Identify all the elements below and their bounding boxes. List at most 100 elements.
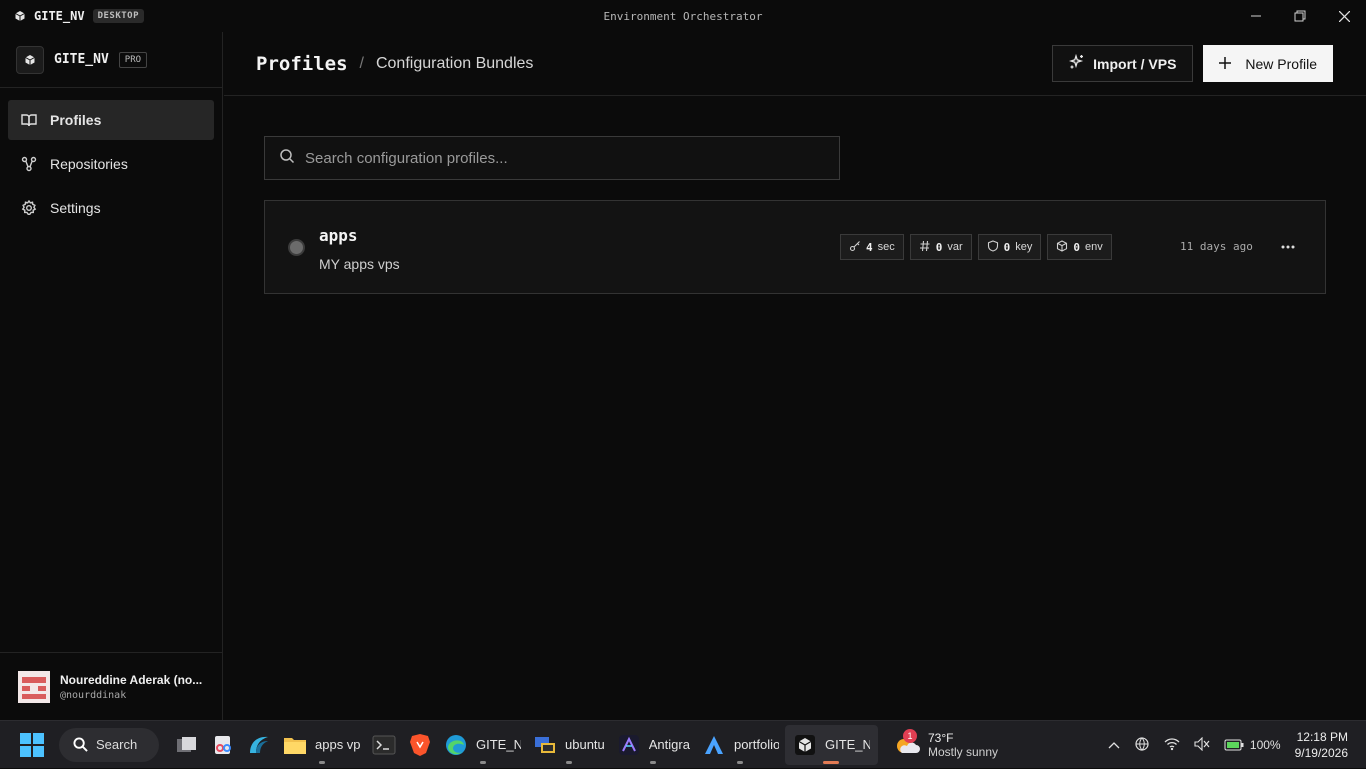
tag-count: 0 xyxy=(935,240,943,254)
page-header: Profiles / Configuration Bundles Import … xyxy=(224,32,1366,96)
restore-button[interactable] xyxy=(1278,0,1322,32)
import-vps-button[interactable]: Import / VPS xyxy=(1052,45,1194,82)
taskbar-app-label: portfolio xyxy=(733,737,779,752)
tag-unit: key xyxy=(1015,241,1033,253)
volume-muted-icon[interactable] xyxy=(1194,736,1210,754)
taskbar-app[interactable]: Antigra xyxy=(611,725,696,765)
weather-temp: 73°F xyxy=(927,730,954,745)
taskbar-app[interactable] xyxy=(402,725,438,765)
plan-badge: PRO xyxy=(118,51,148,68)
key-icon xyxy=(849,240,861,255)
running-indicator xyxy=(823,760,840,764)
sidebar-item-label: Repositories xyxy=(50,156,128,172)
tag-count: 0 xyxy=(1073,240,1081,254)
remote-icon xyxy=(533,733,557,757)
taskbar-app[interactable]: portfolio xyxy=(696,725,785,765)
weather-sun-icon: 1 xyxy=(892,728,920,759)
taskbar-app-label: GITE_NV xyxy=(824,737,870,752)
tag-count: 4 xyxy=(866,240,873,254)
profile-card[interactable]: apps MY apps vps 4 sec 0 var 0 key 0 env… xyxy=(264,200,1326,294)
more-options-button[interactable] xyxy=(1275,234,1301,260)
battery-status[interactable]: 100% xyxy=(1224,738,1281,752)
app-name: GITE_NV xyxy=(34,9,85,23)
tag-env: 0 env xyxy=(1047,234,1112,260)
start-button[interactable] xyxy=(9,721,55,769)
taskbar-app[interactable]: GITE_NV xyxy=(784,724,878,765)
taskbar-app[interactable]: apps vp xyxy=(277,725,366,765)
sidebar-item-repositories[interactable]: Repositories xyxy=(8,144,214,184)
taskbar-app-label: apps vp xyxy=(315,737,360,752)
tag-unit: var xyxy=(947,241,963,253)
minimize-button[interactable] xyxy=(1234,0,1278,32)
running-indicator xyxy=(565,760,572,764)
more-icon xyxy=(1281,245,1295,249)
taskbar-app[interactable] xyxy=(169,725,205,765)
weather-badge: 1 xyxy=(902,728,917,743)
a-app-icon xyxy=(702,733,726,757)
brand-name: GITE_NV xyxy=(54,52,109,67)
search-icon xyxy=(73,737,88,752)
terminal-icon xyxy=(372,733,396,757)
sidebar-item-profiles[interactable]: Profiles xyxy=(8,100,214,140)
app-logo-icon xyxy=(14,10,26,22)
status-indicator xyxy=(288,239,305,256)
brand-logo-icon xyxy=(16,45,44,74)
wifi-icon[interactable] xyxy=(1164,737,1180,754)
tag-secrets: 4 sec xyxy=(840,234,904,260)
antigravity-icon xyxy=(617,733,641,757)
taskbar-app[interactable] xyxy=(241,725,277,765)
title-bar: GITE_NV DESKTOP Environment Orchestrator xyxy=(0,0,1366,32)
sidebar: GITE_NV PRO Profiles Repositories Settin… xyxy=(0,32,223,720)
chevron-up-icon[interactable] xyxy=(1108,738,1120,752)
sidebar-item-settings[interactable]: Settings xyxy=(8,188,214,228)
breadcrumb-separator: / xyxy=(359,54,364,72)
restore-icon xyxy=(1294,10,1306,22)
taskbar-app-label: GITE_NV xyxy=(476,737,521,752)
clock[interactable]: 12:18 PM 9/19/2026 xyxy=(1295,729,1348,761)
battery-percent: 100% xyxy=(1249,738,1281,752)
search-input[interactable] xyxy=(305,149,805,167)
hash-icon xyxy=(919,240,931,255)
weather-widget[interactable]: 1 73°F Mostly sunny xyxy=(892,728,998,759)
taskbar-app[interactable] xyxy=(366,725,402,765)
taskbar-app-label: ubuntu xyxy=(565,737,605,752)
snipping-tool-icon xyxy=(211,733,235,757)
tag-variables: 0 var xyxy=(909,234,972,260)
user-handle: @nourddinak xyxy=(60,689,127,701)
taskbar-search[interactable]: Search xyxy=(59,727,159,762)
user-profile[interactable]: Noureddine Aderak (no... @nourddinak xyxy=(0,652,222,720)
taskbar-app[interactable]: ubuntu xyxy=(527,725,611,765)
network-globe-icon[interactable] xyxy=(1134,736,1150,755)
gite-icon xyxy=(793,733,817,757)
page-title: Profiles xyxy=(256,52,348,75)
search-icon xyxy=(279,148,295,169)
import-vps-label: Import / VPS xyxy=(1093,55,1177,72)
tag-unit: sec xyxy=(877,241,895,253)
tag-keys: 0 key xyxy=(977,234,1042,260)
wave-app-icon xyxy=(247,733,271,757)
box-icon xyxy=(1056,239,1068,255)
sidebar-item-label: Settings xyxy=(50,200,101,216)
user-name: Noureddine Aderak (no... xyxy=(60,672,203,687)
clock-date: 9/19/2026 xyxy=(1294,746,1348,760)
book-icon xyxy=(20,111,38,129)
profile-description: MY apps vps xyxy=(319,256,400,272)
profile-name: apps xyxy=(319,226,358,245)
clock-time: 12:18 PM xyxy=(1296,730,1348,744)
minimize-icon xyxy=(1251,15,1261,17)
taskbar-app[interactable]: GITE_NV xyxy=(438,725,527,765)
new-profile-button[interactable]: New Profile xyxy=(1203,45,1333,82)
close-icon xyxy=(1338,10,1350,22)
battery-icon xyxy=(1224,739,1244,751)
close-button[interactable] xyxy=(1322,0,1366,32)
plus-icon xyxy=(1219,56,1232,72)
app-badge: DESKTOP xyxy=(92,9,145,23)
taskbar-app[interactable] xyxy=(205,725,241,765)
running-indicator xyxy=(650,760,657,764)
new-profile-label: New Profile xyxy=(1245,55,1317,72)
gear-icon xyxy=(20,199,38,217)
running-indicator xyxy=(737,760,744,764)
tag-unit: env xyxy=(1085,241,1103,253)
shield-icon xyxy=(987,239,999,255)
brave-icon xyxy=(408,733,432,757)
